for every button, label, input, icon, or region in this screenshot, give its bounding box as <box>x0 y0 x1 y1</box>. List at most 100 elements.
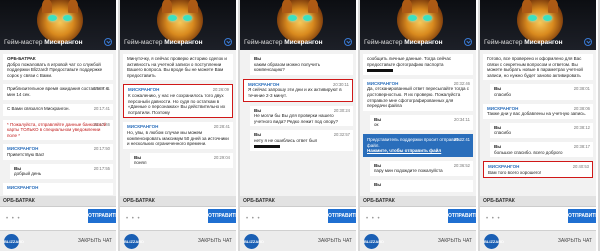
user-message: Вы 20:32:57 нету я не ошиблись ответ был <box>250 130 353 152</box>
message-time: 20:17:41 <box>93 86 110 92</box>
chat-footer: BLIZZARD ЗАКРЫТЬ ЧАТ <box>360 230 476 251</box>
chat-panel: Гейм-мастер Мискрангон Минуточку, я сейча… <box>120 0 238 251</box>
message-author: Вы <box>374 181 382 187</box>
chat-title: Гейм-мастер Мискрангон <box>364 39 443 46</box>
agent-message: 20:17:41 С Вами связался Мискрангон. <box>3 103 113 116</box>
title-role: Гейм-мастер <box>364 39 405 46</box>
message-author: МИСКРАНГОН <box>7 184 39 190</box>
send-button[interactable]: ОТПРАВИТЬ <box>328 209 356 223</box>
chat-title: Гейм-мастер Мискрангон <box>124 39 203 46</box>
message-time: 20:30:24 <box>333 107 350 113</box>
avatar-eye <box>168 15 177 21</box>
message-time: 20:32:41 <box>453 136 470 142</box>
avatar-horn <box>522 0 532 13</box>
close-chat-button[interactable]: ЗАКРЫТЬ ЧАТ <box>318 238 352 244</box>
send-button[interactable]: ОТПРАВИТЬ <box>448 209 476 223</box>
minimize-icon[interactable] <box>104 38 112 46</box>
agent-message: МИСКРАНГОН 20:40:53 Вам того всего хорошег… <box>483 161 593 179</box>
message-text: Да, отсканированный ответ пересылайте то… <box>367 86 469 109</box>
chat-footer: BLIZZARD ЗАКРЫТЬ ЧАТ <box>240 230 356 251</box>
avatar-eye <box>423 15 432 21</box>
user-name-bar: ОРБ-БАТРАК <box>0 196 116 206</box>
minimize-icon[interactable] <box>224 38 232 46</box>
user-message: Вы 20:36:52 пару мин подождите пожалуйста <box>370 160 473 176</box>
avatar-eye <box>543 15 552 21</box>
user-message: Вы 20:29:04 понял <box>130 152 233 168</box>
avatar-horn <box>428 0 438 13</box>
message-text: ок <box>374 122 379 128</box>
message-text: Приветствую Вас! <box>7 151 45 157</box>
message-text: добрый день <box>14 171 42 177</box>
close-chat-button[interactable]: ЗАКРЫТЬ ЧАТ <box>558 238 592 244</box>
avatar-eye <box>63 15 72 21</box>
chat-panel: Гейм-мастер Мискрангон Вы каким образом мо… <box>240 0 358 251</box>
typing-indicator: • • • <box>366 216 381 222</box>
agent-message: 20:17:41 Приблизительное время ожидания с… <box>3 84 113 100</box>
chat-title: Гейм-мастер Мискрангон <box>484 39 563 46</box>
title-role: Гейм-мастер <box>124 39 165 46</box>
send-button[interactable]: ОТПРАВИТЬ <box>88 209 116 223</box>
avatar-horn <box>188 0 198 13</box>
send-file-link[interactable]: Нажмите, чтобы отправить файл <box>367 148 469 154</box>
redaction-mark <box>367 68 393 72</box>
blizzard-logo-icon: BLIZZARD <box>244 234 264 249</box>
file-request-notice: 20:32:41 Представитель поддержки просит о… <box>363 133 473 157</box>
agent-message: МИСКРАНГОН 20:17:50 Приветствую Вас! <box>3 144 113 160</box>
chat-footer: BLIZZARD ЗАКРЫТЬ ЧАТ <box>120 230 236 251</box>
typing-indicator: • • • <box>126 216 141 222</box>
agent-message: ОРБ-БАТРАК Добро пожаловать в игровой чат… <box>3 54 113 81</box>
message-text: спасибо <box>494 91 512 97</box>
close-chat-button[interactable]: ЗАКРЫТЬ ЧАТ <box>78 238 112 244</box>
chat-footer: BLIZZARD ЗАКРЫТЬ ЧАТ <box>480 230 596 251</box>
message-time: 20:28:41 <box>213 124 230 130</box>
game-master-avatar <box>397 0 443 43</box>
message-text: К сожалению, у нас не сохранилось того д… <box>128 92 226 115</box>
typing-indicator: • • • <box>6 216 21 222</box>
user-name-bar: ОРБ-БАТРАК <box>240 196 356 206</box>
blizzard-logo-icon: BLIZZARD <box>4 234 24 249</box>
close-chat-button[interactable]: ЗАКРЫТЬ ЧАТ <box>438 238 472 244</box>
title-role: Гейм-мастер <box>4 39 45 46</box>
user-name-bar: ОРБ-БАТРАК <box>360 196 476 206</box>
chat-header: Гейм-мастер Мискрангон <box>480 0 596 50</box>
user-message: Вы 20:17:55 добрый день <box>10 163 113 179</box>
message-time: 20:32:46 <box>453 80 470 86</box>
message-time: 20:30:11 <box>333 81 349 87</box>
message-text: Не могли бы Вы для проверки нашего учетн… <box>254 113 338 124</box>
redaction-mark <box>254 144 280 148</box>
agent-message: МИСКРАНГОН 20:38:06 Также дни у вас добавл… <box>483 103 593 119</box>
agent-message: Готово, все проверено и оформлено для Ва… <box>483 54 593 81</box>
message-text: Я сейчас запрошу эти дни и их активируют… <box>248 87 342 98</box>
avatar-horn <box>42 0 52 13</box>
message-text: понял <box>134 160 147 166</box>
user-message: Вы каким образом можно получить компенсац… <box>250 54 353 75</box>
message-text: Добро пожаловать в игровой чат со службо… <box>7 61 103 78</box>
close-chat-button[interactable]: ЗАКРЫТЬ ЧАТ <box>198 238 232 244</box>
minimize-icon[interactable] <box>464 38 472 46</box>
title-name: Мискрангон <box>284 39 323 46</box>
message-text: большое спасибо. всего доброго <box>494 149 563 155</box>
minimize-icon[interactable] <box>584 38 592 46</box>
minimize-icon[interactable] <box>344 38 352 46</box>
user-message: Вы 20:38:12 спасибо <box>490 122 593 138</box>
message-text: Готово, все проверено и оформлено для Ва… <box>487 56 583 78</box>
message-text: нету я не ошиблись ответ был <box>254 137 318 143</box>
avatar-eye <box>288 15 297 21</box>
title-role: Гейм-мастер <box>484 39 525 46</box>
typing-indicator: • • • <box>486 216 501 222</box>
user-name-bar: ОРБ-БАТРАК <box>120 196 236 206</box>
message-time: 20:17:50 <box>93 146 110 152</box>
chat-title: Гейм-мастер Мискрангон <box>4 39 83 46</box>
message-text: сообщить личные данные. Тогда сейчас пре… <box>367 56 452 67</box>
avatar-horn <box>548 0 558 13</box>
blizzard-logo-icon: BLIZZARD <box>364 234 384 249</box>
blizzard-logo-icon: BLIZZARD <box>124 234 144 249</box>
agent-message: МИСКРАНГОН 20:30:11 Я сейчас запрошу эти д… <box>243 78 353 102</box>
avatar-horn <box>282 0 292 13</box>
avatar-eye <box>303 15 312 21</box>
agent-message: сообщить личные данные. Тогда сейчас пре… <box>363 54 473 75</box>
send-button[interactable]: ОТПРАВИТЬ <box>208 209 236 223</box>
send-button[interactable]: ОТПРАВИТЬ <box>568 209 596 223</box>
avatar-horn <box>162 0 172 13</box>
user-message: Вы 20:30:24 Не могли бы Вы для проверки на… <box>250 105 353 127</box>
